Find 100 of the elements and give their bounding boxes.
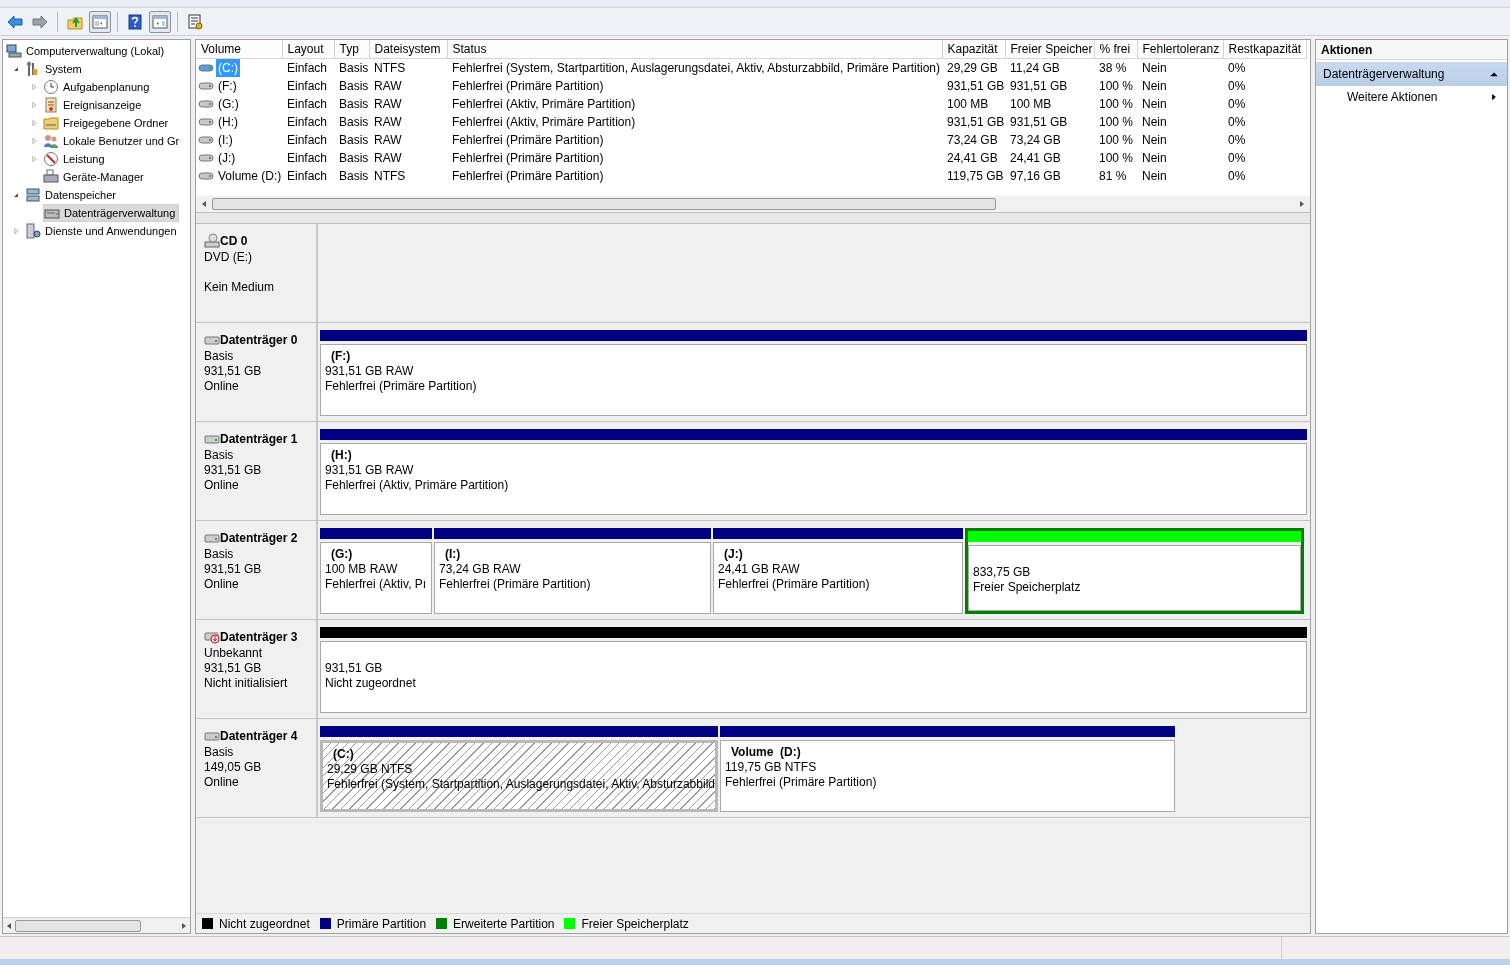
expand-arrow-icon[interactable] <box>29 82 39 92</box>
partition-size: 100 MB RAW <box>325 562 399 577</box>
table-cell: Basis <box>339 133 369 147</box>
table-cell: Nein <box>1142 79 1167 93</box>
partition-status: Fehlerfrei (Aktiv, Pı <box>325 577 427 592</box>
column-header[interactable]: Volume <box>196 40 282 59</box>
tree-item[interactable]: Aufgabenplanung <box>43 78 153 96</box>
partition-status: Nicht zugeordnet <box>325 676 417 691</box>
table-cell: Einfach <box>287 79 328 93</box>
scroll-right-arrow-icon[interactable] <box>180 921 188 930</box>
tree-item[interactable]: Computerverwaltung (Lokal) <box>6 42 168 60</box>
pane-toggle-button[interactable] <box>149 10 171 33</box>
disk-status: Nicht initialisiert <box>204 676 289 691</box>
horizontal-scrollbar[interactable] <box>196 196 1310 212</box>
legend-label: Freier Speicherplatz <box>581 915 689 933</box>
back-arrow-icon <box>7 13 23 30</box>
disk-status: Online <box>204 379 240 394</box>
partition-size: 24,41 GB RAW <box>718 562 801 577</box>
partition-status: Fehlerfrei (Primäre Partition) <box>725 775 878 790</box>
column-header[interactable]: Fehlertoleranz <box>1137 40 1223 59</box>
column-header[interactable]: % frei <box>1094 40 1137 59</box>
table-cell[interactable]: (I:) <box>216 131 235 149</box>
table-cell: Basis <box>339 115 369 129</box>
disk-info: Basis <box>204 349 235 364</box>
disk-info: Unbekannt <box>204 646 264 661</box>
partition-status: Fehlerfrei (Aktiv, Primäre Partition) <box>325 478 510 493</box>
disk-status: Online <box>204 775 240 790</box>
partition-name: (H:) <box>330 448 353 463</box>
properties-icon <box>187 13 203 30</box>
table-cell: 38 % <box>1099 61 1127 75</box>
table-cell: Einfach <box>287 97 328 111</box>
table-cell[interactable]: (J:) <box>216 149 238 167</box>
table-cell: RAW <box>374 133 402 147</box>
expand-arrow-icon[interactable] <box>29 136 39 146</box>
tree-item[interactable]: Datenspeicher <box>25 186 119 204</box>
tree-item[interactable]: Leistung <box>43 150 108 168</box>
disk-name: Datenträger 0 <box>220 332 298 349</box>
table-cell: Nein <box>1142 61 1167 75</box>
table-cell[interactable]: Volume (D:) <box>216 167 282 185</box>
table-cell: Einfach <box>287 61 328 75</box>
users-icon <box>43 133 59 149</box>
partition-status: Freier Speicherplatz <box>973 580 1082 595</box>
expand-arrow-icon[interactable] <box>11 226 21 236</box>
disk-info: 931,51 GB <box>204 562 263 577</box>
tree-item[interactable]: Geräte-Manager <box>43 168 147 186</box>
partition-name: Volume (D:) <box>730 745 802 760</box>
expand-arrow-icon[interactable] <box>29 118 39 128</box>
table-cell: RAW <box>374 97 402 111</box>
scroll-right-arrow-icon[interactable] <box>1298 200 1306 208</box>
table-cell: Nein <box>1142 169 1167 183</box>
table-cell: 100 MB <box>1010 97 1052 111</box>
horizontal-scrollbar[interactable] <box>3 917 190 933</box>
forward-arrow-icon <box>32 13 48 30</box>
scroll-left-arrow-icon[interactable] <box>5 921 13 930</box>
disk-name: Datenträger 1 <box>220 431 298 448</box>
table-cell: Fehlerfrei (Aktiv, Primäre Partition) <box>452 97 636 111</box>
tree-item[interactable]: System <box>25 60 85 78</box>
column-header[interactable]: Typ <box>334 40 369 59</box>
table-cell[interactable]: (G:) <box>216 95 241 113</box>
table-cell: Fehlerfrei (Primäre Partition) <box>452 151 604 165</box>
action-item[interactable]: Weitere Aktionen <box>1316 86 1507 108</box>
tree-item[interactable]: Lokale Benutzer und Gr <box>43 132 183 150</box>
tree-item[interactable]: Dienste und Anwendungen <box>25 222 180 240</box>
tree-item[interactable]: Ereignisanzeige <box>43 96 145 114</box>
column-header[interactable]: Freier Speicher <box>1005 40 1094 59</box>
expand-arrow-icon[interactable] <box>29 154 39 164</box>
column-header[interactable]: Layout <box>282 40 334 59</box>
services-icon <box>25 223 41 239</box>
tree-item[interactable]: Datenträgerverwaltung <box>43 204 180 222</box>
partition-size: 931,51 GB <box>325 661 384 676</box>
table-cell: 81 % <box>1099 169 1127 183</box>
table-cell[interactable]: (F:) <box>216 77 239 95</box>
column-header[interactable]: Status <box>447 40 942 59</box>
table-cell: Basis <box>339 79 369 93</box>
table-cell: Einfach <box>287 169 328 183</box>
event-log-icon <box>43 97 59 113</box>
table-cell: Basis <box>339 151 369 165</box>
table-cell: 931,51 GB <box>947 79 1005 93</box>
partition-size: 931,51 GB RAW <box>325 364 415 379</box>
column-header[interactable]: Dateisystem <box>369 40 447 59</box>
column-header[interactable]: Kapazität <box>942 40 1005 59</box>
disk-name: CD 0 <box>220 233 248 250</box>
column-header[interactable]: Restkapazität <box>1223 40 1306 59</box>
actions-section-header[interactable]: Datenträgerverwaltung <box>1316 62 1507 86</box>
scroll-left-arrow-icon[interactable] <box>200 200 208 208</box>
legend-label: Erweiterte Partition <box>453 915 555 933</box>
table-cell: Einfach <box>287 133 328 147</box>
table-cell: 100 % <box>1099 97 1134 111</box>
pane-toggle-icon <box>152 13 168 30</box>
partition-status: Fehlerfrei (Primäre Partition) <box>325 379 478 394</box>
partition-block[interactable]: 833,75 GB Freier Speicherplatz <box>965 528 1304 614</box>
disk-error-icon <box>204 629 220 645</box>
table-cell: 0% <box>1228 79 1246 93</box>
table-cell: Einfach <box>287 151 328 165</box>
table-cell: 100 MB <box>947 97 989 111</box>
table-cell: Fehlerfrei (Primäre Partition) <box>452 79 604 93</box>
tree-item[interactable]: Freigegebene Ordner <box>43 114 172 132</box>
table-cell[interactable]: (H:) <box>216 113 240 131</box>
pane-toggle-button[interactable] <box>89 10 111 33</box>
expand-arrow-icon[interactable] <box>29 100 39 110</box>
